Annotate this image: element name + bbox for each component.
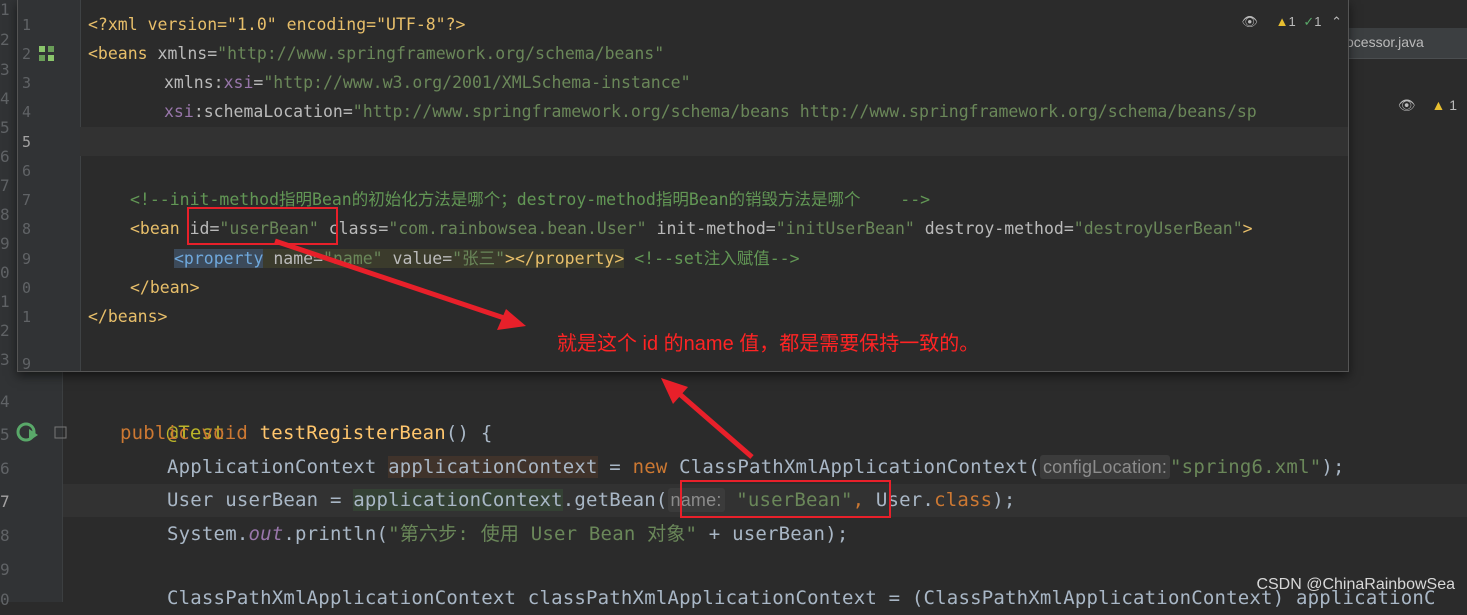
arrow-line: [673, 388, 754, 459]
annotation-note: 就是这个 id 的name 值，都是需要保持一致的。: [557, 333, 980, 355]
watermark: CSDN @ChinaRainbowSea: [1256, 576, 1455, 593]
arrow-line: [274, 238, 511, 323]
annotation-arrows: [274, 238, 754, 459]
